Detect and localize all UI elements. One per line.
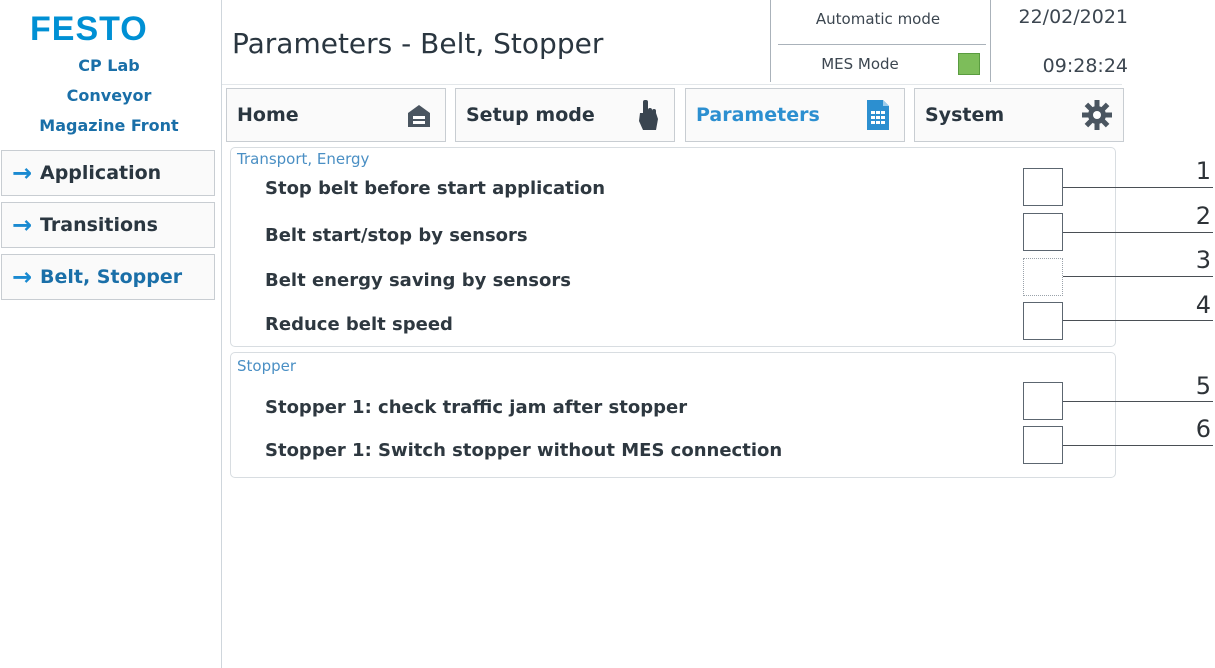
arrow-right-icon: → bbox=[11, 263, 33, 291]
callout-line bbox=[1063, 276, 1213, 277]
arrow-right-icon: → bbox=[11, 159, 33, 187]
tab-system[interactable]: System bbox=[914, 88, 1124, 142]
divider bbox=[770, 0, 771, 82]
tab-setup-mode[interactable]: Setup mode bbox=[455, 88, 675, 142]
station-name-line1: CP Lab bbox=[78, 56, 140, 75]
tab-label: Setup mode bbox=[466, 104, 595, 126]
arrow-right-icon: → bbox=[11, 211, 33, 239]
callout-number-1: 1 bbox=[1195, 157, 1211, 185]
tab-label: Parameters bbox=[696, 104, 820, 126]
param-label-reduce-belt-speed: Reduce belt speed bbox=[265, 314, 453, 335]
param-label-stopper-without-mes: Stopper 1: Switch stopper without MES co… bbox=[265, 440, 783, 461]
festo-logo: FESTO bbox=[30, 10, 148, 48]
param-label-stopper-traffic-jam: Stopper 1: check traffic jam after stopp… bbox=[265, 397, 688, 418]
page-title: Parameters - Belt, Stopper bbox=[232, 27, 604, 60]
param-label-stop-belt: Stop belt before start application bbox=[265, 178, 606, 199]
tab-home[interactable]: Home bbox=[226, 88, 446, 142]
automatic-mode-status: Automatic mode bbox=[815, 10, 941, 28]
sidebar-item-label: Belt, Stopper bbox=[40, 266, 183, 288]
sidebar-item-label: Application bbox=[40, 162, 162, 184]
callout-line bbox=[1063, 232, 1213, 233]
checkbox-stop-belt-before-start[interactable] bbox=[1023, 168, 1063, 206]
param-label-belt-energy-saving: Belt energy saving by sensors bbox=[265, 270, 571, 291]
checkbox-reduce-belt-speed[interactable] bbox=[1023, 302, 1063, 340]
checkbox-belt-start-stop-sensors[interactable] bbox=[1023, 213, 1063, 251]
gear-icon bbox=[1081, 99, 1113, 131]
calculator-document-icon bbox=[862, 99, 894, 131]
station-name-line2: Conveyor bbox=[66, 86, 152, 105]
sidebar-item-application[interactable]: → Application bbox=[1, 150, 215, 196]
date-display: 22/02/2021 bbox=[1018, 6, 1128, 28]
hand-pointer-icon bbox=[632, 99, 664, 131]
sidebar-item-belt-stopper[interactable]: → Belt, Stopper bbox=[1, 254, 215, 300]
time-display: 09:28:24 bbox=[1042, 55, 1128, 77]
home-icon bbox=[403, 99, 435, 131]
divider bbox=[990, 0, 991, 82]
callout-line bbox=[1063, 320, 1213, 321]
callout-line bbox=[1063, 187, 1213, 188]
callout-number-6: 6 bbox=[1195, 415, 1211, 443]
checkbox-stopper-traffic-jam[interactable] bbox=[1023, 382, 1063, 420]
tab-parameters[interactable]: Parameters bbox=[685, 88, 905, 142]
callout-number-5: 5 bbox=[1195, 372, 1211, 400]
callout-number-4: 4 bbox=[1195, 291, 1211, 319]
callout-number-3: 3 bbox=[1195, 246, 1211, 274]
param-label-belt-start-stop: Belt start/stop by sensors bbox=[265, 225, 528, 246]
callout-number-2: 2 bbox=[1195, 202, 1211, 230]
sidebar-item-transitions[interactable]: → Transitions bbox=[1, 202, 215, 248]
tab-label: Home bbox=[237, 104, 299, 126]
divider bbox=[778, 44, 986, 45]
station-name-line3: Magazine Front bbox=[39, 116, 179, 135]
group-title-stopper: Stopper bbox=[237, 357, 297, 375]
group-title-transport-energy: Transport, Energy bbox=[237, 150, 370, 168]
mes-mode-label: MES Mode bbox=[821, 55, 899, 73]
checkbox-belt-energy-saving[interactable] bbox=[1023, 258, 1063, 296]
header-divider bbox=[222, 84, 1122, 85]
sidebar-divider bbox=[221, 0, 222, 668]
checkbox-stopper-without-mes[interactable] bbox=[1023, 426, 1063, 464]
sidebar-item-label: Transitions bbox=[40, 214, 158, 236]
callout-line bbox=[1063, 401, 1213, 402]
mes-status-indicator bbox=[958, 53, 980, 75]
tab-label: System bbox=[925, 104, 1005, 126]
callout-line bbox=[1063, 445, 1213, 446]
